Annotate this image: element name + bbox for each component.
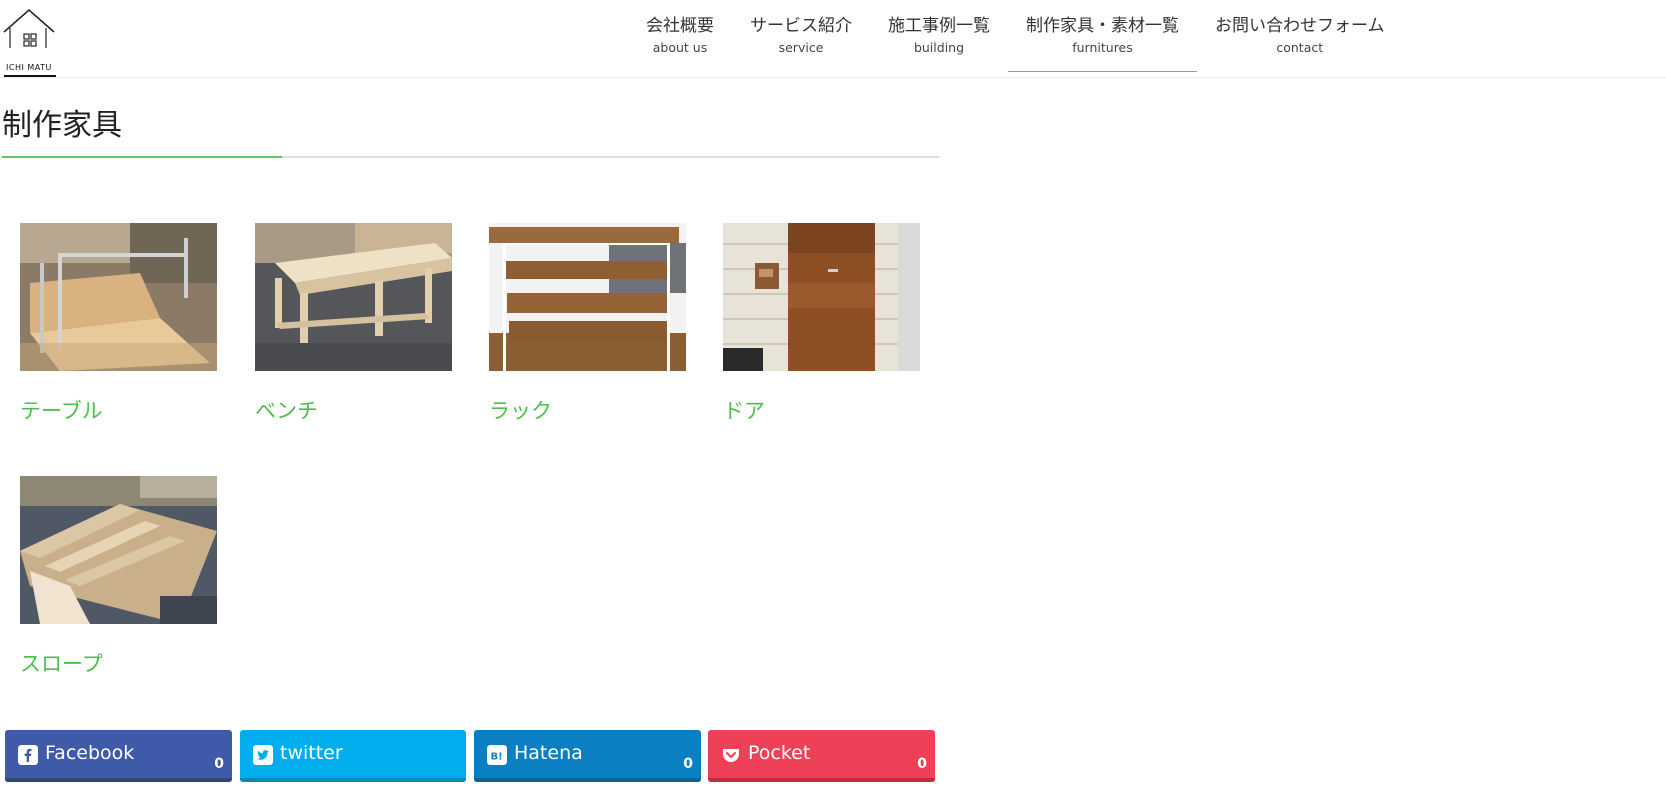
nav-item-building[interactable]: 施工事例一覧 building <box>870 0 1008 72</box>
page-title: 制作家具 <box>2 108 122 143</box>
logo-underline <box>4 75 56 77</box>
nav-label-ja: 制作家具・素材一覧 <box>1026 16 1179 36</box>
pocket-icon <box>723 749 739 762</box>
nav-label-en: contact <box>1276 40 1324 55</box>
furniture-item-table[interactable]: テーブル <box>20 223 217 423</box>
share-count: 0 <box>214 756 224 772</box>
title-divider-accent <box>2 156 282 158</box>
share-label: Facebook <box>45 742 135 764</box>
facebook-icon <box>18 745 38 765</box>
nav-item-furnitures[interactable]: 制作家具・素材一覧 furnitures <box>1008 0 1197 72</box>
nav-label-en: building <box>913 40 965 55</box>
item-label[interactable]: テーブル <box>20 395 103 425</box>
furniture-item-bench[interactable]: ベンチ <box>255 223 452 423</box>
nav-item-service[interactable]: サービス紹介 service <box>732 0 870 72</box>
nav-label-en: service <box>778 40 824 55</box>
button-shadow <box>708 778 935 782</box>
nav-label-ja: 施工事例一覧 <box>888 16 990 36</box>
rack-photo[interactable] <box>489 223 686 371</box>
furniture-item-slope[interactable]: スロープ <box>20 476 217 676</box>
logo-text: ICHI MATU <box>6 63 52 72</box>
button-shadow <box>240 778 466 782</box>
nav-label-en: furnitures <box>1072 40 1133 55</box>
share-hatena-button[interactable]: B! Hatena 0 <box>474 730 701 782</box>
svg-text:B!: B! <box>491 752 503 763</box>
share-facebook-button[interactable]: Facebook 0 <box>5 730 232 782</box>
nav-item-about[interactable]: 会社概要 about us <box>628 0 732 72</box>
item-label[interactable]: スロープ <box>20 648 103 678</box>
site-logo[interactable]: ICHI MATU <box>2 8 56 77</box>
button-shadow <box>5 778 232 782</box>
slope-photo[interactable] <box>20 476 217 624</box>
site-header: ICHI MATU 会社概要 about us サービス紹介 service 施… <box>0 0 1666 78</box>
furniture-item-rack[interactable]: ラック <box>489 223 686 423</box>
share-twitter-button[interactable]: twitter <box>240 730 466 782</box>
share-pocket-button[interactable]: Pocket 0 <box>708 730 935 782</box>
table-photo[interactable] <box>20 223 217 371</box>
door-photo[interactable] <box>723 223 920 371</box>
button-shadow <box>474 778 701 782</box>
house-logo-icon <box>3 9 55 48</box>
furniture-item-door[interactable]: ドア <box>723 223 920 423</box>
nav-label-en: about us <box>652 40 708 55</box>
nav-label-ja: 会社概要 <box>646 16 714 36</box>
item-label[interactable]: ドア <box>723 395 765 425</box>
nav-label-ja: サービス紹介 <box>750 16 852 36</box>
share-count: 0 <box>683 756 693 772</box>
share-label: Pocket <box>748 742 811 764</box>
main-nav: 会社概要 about us サービス紹介 service 施工事例一覧 buil… <box>628 0 1403 74</box>
bench-photo[interactable] <box>255 223 452 371</box>
nav-item-contact[interactable]: お問い合わせフォーム contact <box>1197 0 1403 72</box>
share-label: Hatena <box>514 742 583 764</box>
item-label[interactable]: ラック <box>489 395 552 425</box>
item-label[interactable]: ベンチ <box>255 395 318 425</box>
nav-label-ja: お問い合わせフォーム <box>1215 16 1385 36</box>
share-count: 0 <box>917 756 927 772</box>
hatena-icon: B! <box>487 745 507 765</box>
share-label: twitter <box>280 742 343 764</box>
twitter-icon <box>253 745 273 765</box>
